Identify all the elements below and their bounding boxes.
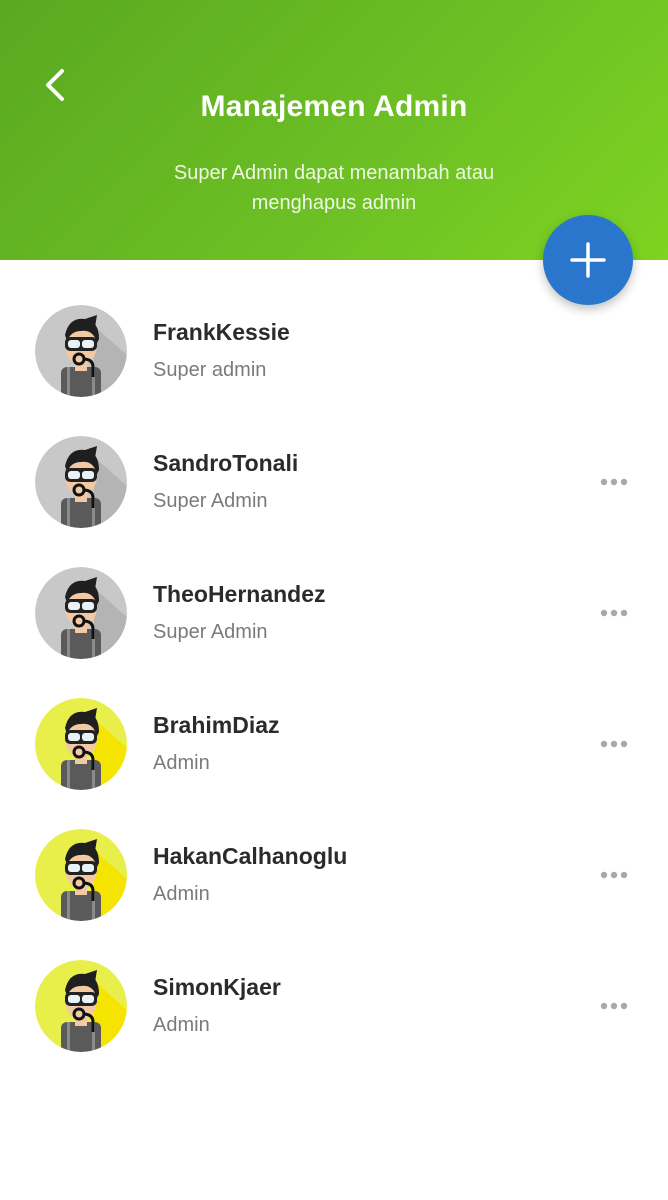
- admin-list-item[interactable]: FrankKessie Super admin: [0, 305, 668, 436]
- admin-name: FrankKessie: [153, 319, 290, 345]
- avatar: [35, 567, 127, 659]
- diver-avatar-icon: [35, 305, 127, 397]
- add-admin-button[interactable]: [543, 215, 633, 305]
- diver-avatar-icon: [35, 829, 127, 921]
- more-horizontal-icon: [600, 1002, 628, 1010]
- avatar: [35, 829, 127, 921]
- admin-name: SandroTonali: [153, 450, 299, 476]
- page-title: Manajemen Admin: [200, 90, 468, 123]
- admin-name: SimonKjaer: [153, 974, 281, 1000]
- admin-role: Admin: [153, 752, 210, 774]
- more-options-button[interactable]: [596, 734, 632, 754]
- more-horizontal-icon: [600, 871, 628, 879]
- admin-list-item[interactable]: TheoHernandez Super Admin: [0, 567, 668, 698]
- admin-role: Super Admin: [153, 490, 268, 512]
- admin-role: Super admin: [153, 359, 267, 381]
- more-options-button[interactable]: [596, 472, 632, 492]
- plus-icon: [570, 242, 606, 278]
- more-horizontal-icon: [600, 740, 628, 748]
- diver-avatar-icon: [35, 698, 127, 790]
- admin-name: TheoHernandez: [153, 581, 326, 607]
- admin-list-item[interactable]: SimonKjaer Admin: [0, 960, 668, 1091]
- avatar: [35, 698, 127, 790]
- more-horizontal-icon: [600, 609, 628, 617]
- page-subtitle: Super Admin dapat menambah atau menghapu…: [173, 162, 495, 214]
- avatar: [35, 305, 127, 397]
- admin-list: FrankKessie Super admin SandroTonali Sup…: [0, 305, 668, 1091]
- admin-role: Super Admin: [153, 621, 268, 643]
- admin-role: Admin: [153, 1014, 210, 1036]
- more-options-button[interactable]: [596, 865, 632, 885]
- avatar: [35, 960, 127, 1052]
- admin-list-item[interactable]: SandroTonali Super Admin: [0, 436, 668, 567]
- diver-avatar-icon: [35, 567, 127, 659]
- more-options-button[interactable]: [596, 996, 632, 1016]
- more-horizontal-icon: [600, 478, 628, 486]
- admin-name: BrahimDiaz: [153, 712, 280, 738]
- diver-avatar-icon: [35, 960, 127, 1052]
- diver-avatar-icon: [35, 436, 127, 528]
- admin-role: Admin: [153, 883, 210, 905]
- more-options-button[interactable]: [596, 603, 632, 623]
- admin-list-item[interactable]: HakanCalhanoglu Admin: [0, 829, 668, 960]
- admin-name: HakanCalhanoglu: [153, 843, 348, 869]
- avatar: [35, 436, 127, 528]
- admin-list-item[interactable]: BrahimDiaz Admin: [0, 698, 668, 829]
